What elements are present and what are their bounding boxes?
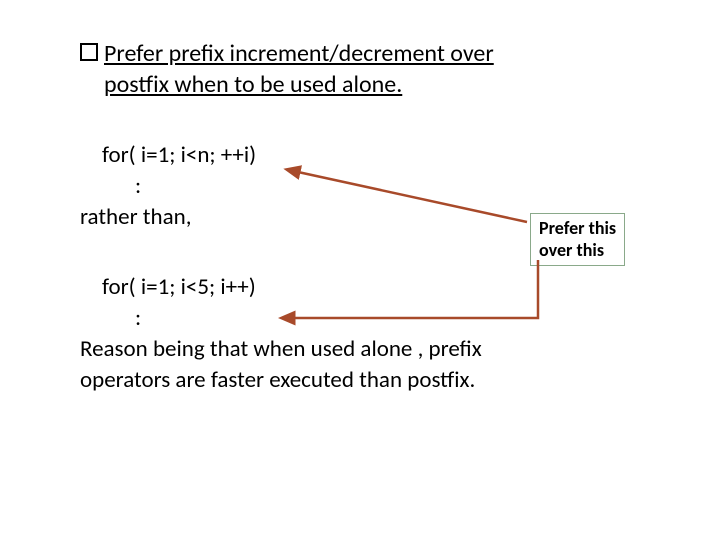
callout-line-2: over this — [539, 239, 604, 261]
code-block-2-body: : — [80, 303, 660, 334]
code-block-1-body: : — [80, 171, 660, 202]
callout-box: Prefer this over this — [530, 213, 625, 266]
title-line-2: postfix when to be used alone. — [104, 70, 402, 99]
title-text: Prefer prefix increment/decrement over p… — [104, 38, 494, 100]
reason-line-1: Reason being that when used alone , pref… — [80, 334, 660, 365]
reason-line-2: operators are faster executed than postf… — [80, 365, 660, 396]
code-block-2: for( i=1; i<5; i++) — [80, 272, 660, 303]
bullet-square-icon — [80, 43, 98, 61]
callout-line-1: Prefer this — [539, 217, 616, 239]
code-block-1: for( i=1; i<n; ++i) — [80, 140, 660, 171]
slide: Prefer prefix increment/decrement over p… — [0, 0, 720, 540]
title-line-1: Prefer prefix increment/decrement over — [104, 39, 494, 68]
body-content: for( i=1; i<n; ++i) : rather than, for( … — [80, 140, 660, 395]
title-row: Prefer prefix increment/decrement over p… — [80, 38, 660, 100]
